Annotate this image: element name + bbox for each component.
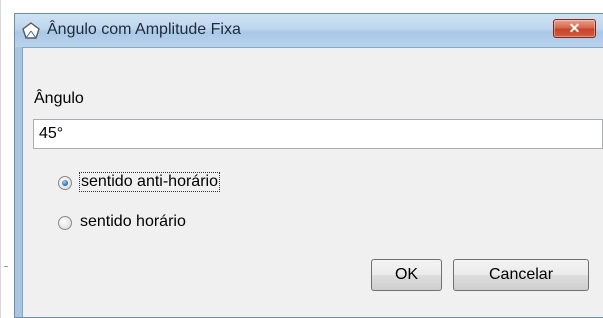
cancel-button[interactable]: Cancelar	[453, 259, 589, 291]
dialog-content: Ângulo sentido anti-horário sentido horá…	[22, 47, 603, 317]
background-edge	[0, 0, 1, 318]
close-button[interactable]: ✕	[553, 19, 596, 38]
dialog-title: Ângulo com Amplitude Fixa	[47, 21, 241, 38]
dialog-titlebar[interactable]: Ângulo com Amplitude Fixa ✕	[15, 14, 603, 47]
angle-input[interactable]	[33, 119, 603, 149]
radio-counterclockwise-label[interactable]: sentido anti-horário	[79, 172, 220, 192]
background-tick	[4, 266, 8, 267]
ok-button[interactable]: OK	[371, 259, 442, 291]
radio-selected-dot	[62, 180, 68, 186]
close-icon: ✕	[568, 20, 581, 36]
radio-clockwise-label[interactable]: sentido horário	[80, 213, 186, 231]
angle-dialog: Ângulo com Amplitude Fixa ✕ Ângulo senti…	[14, 13, 603, 318]
radio-counterclockwise-button[interactable]	[58, 176, 72, 190]
angle-pentagon-icon	[21, 21, 41, 41]
angle-label: Ângulo	[34, 90, 84, 107]
radio-clockwise-button[interactable]	[58, 216, 72, 230]
